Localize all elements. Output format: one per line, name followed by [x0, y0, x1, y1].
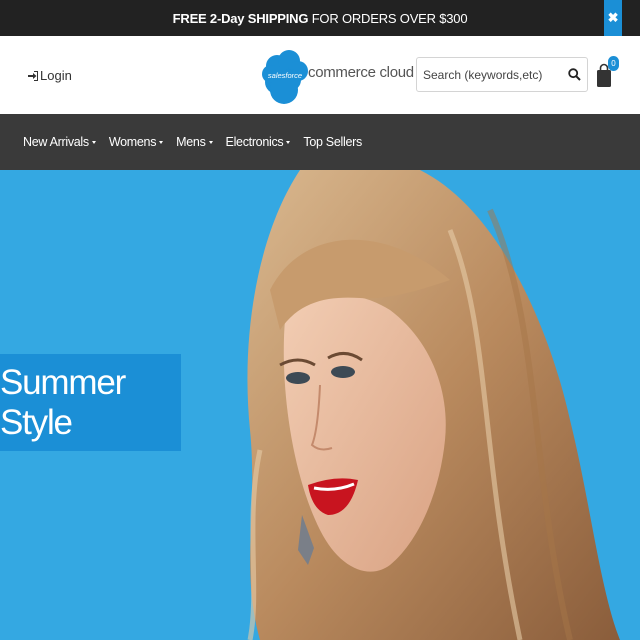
logo-cloud-text: salesforce — [267, 70, 303, 80]
main-nav: New Arrivals Womens Mens Electronics Top… — [0, 114, 640, 170]
nav-item-label: New Arrivals — [23, 135, 89, 149]
search-box — [416, 57, 588, 92]
hero-headline-banner[interactable]: Summer Style — [0, 354, 181, 451]
caret-down-icon — [208, 140, 213, 144]
login-link[interactable]: Login — [28, 68, 72, 83]
salesforce-commerce-cloud-logo[interactable]: salesforce commerce cloud — [262, 44, 414, 106]
promo-bold-text: FREE 2-Day SHIPPING — [172, 10, 309, 26]
nav-item-mens[interactable]: Mens — [176, 135, 213, 149]
logo-brand-text: commerce cloud — [308, 63, 414, 81]
close-promo-button[interactable]: ✖ — [604, 0, 622, 36]
sign-in-icon — [28, 70, 38, 81]
caret-down-icon — [91, 140, 96, 144]
search-input[interactable] — [423, 67, 563, 82]
nav-item-label: Top Sellers — [303, 135, 362, 149]
hero-banner-image[interactable]: Summer Style — [0, 170, 640, 640]
hero-model-illustration — [247, 170, 620, 640]
nav-item-label: Mens — [176, 135, 206, 149]
caret-down-icon — [159, 140, 164, 144]
nav-item-womens[interactable]: Womens — [108, 135, 164, 149]
caret-down-icon — [286, 140, 291, 144]
cart-count-badge: 0 — [608, 56, 619, 71]
nav-item-label: Electronics — [225, 135, 284, 149]
nav-item-label: Womens — [108, 135, 157, 149]
cart-button[interactable]: 0 — [596, 56, 619, 90]
salesforce-cloud-icon: salesforce — [262, 44, 308, 106]
login-label: Login — [40, 68, 72, 83]
site-header: Login salesforce commerce cloud Search (… — [0, 36, 640, 114]
promo-rest-text: FOR ORDERS OVER $300 — [308, 10, 468, 26]
promo-bar: FREE 2-Day SHIPPING FOR ORDERS OVER $300… — [0, 0, 640, 36]
nav-item-new-arrivals[interactable]: New Arrivals — [23, 135, 96, 149]
hero-headline: Summer Style — [0, 362, 126, 442]
close-icon: ✖ — [607, 10, 619, 25]
nav-item-top-sellers[interactable]: Top Sellers — [303, 135, 362, 149]
nav-item-electronics[interactable]: Electronics — [226, 135, 291, 149]
search-icon[interactable] — [568, 68, 581, 81]
